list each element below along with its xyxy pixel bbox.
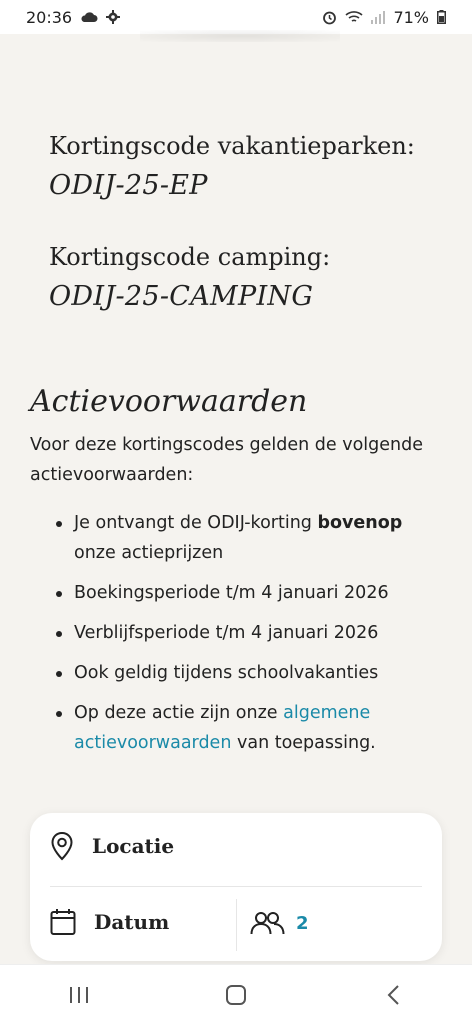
code-value: ODIJ-25-CAMPING xyxy=(49,281,314,312)
system-nav-bar xyxy=(0,964,472,1025)
alarm-icon xyxy=(323,11,337,24)
section-title: Actievoorwaarden xyxy=(30,384,308,419)
location-label: Locatie xyxy=(92,834,175,858)
card-vertical-divider xyxy=(236,899,237,951)
battery-icon xyxy=(437,10,446,24)
code-block-vakantieparken: Kortingscode vakantieparken: ODIJ-25-EP xyxy=(49,132,449,201)
list-item: Op deze actie zijn onze algemene actievo… xyxy=(52,698,442,758)
signal-icon xyxy=(371,10,386,24)
recent-apps-button[interactable] xyxy=(49,975,109,1015)
list-item: Verblijfsperiode t/m 4 januari 2026 xyxy=(52,618,442,648)
cloud-icon xyxy=(81,12,98,22)
status-right: 71% xyxy=(322,8,446,27)
wifi-icon xyxy=(345,11,363,22)
status-bar: 20:36 71% xyxy=(0,0,472,34)
back-icon xyxy=(387,985,400,1005)
conditions-list: Je ontvangt de ODIJ-korting bovenop onze… xyxy=(52,508,442,768)
code-value: ODIJ-25-EP xyxy=(49,170,208,201)
back-button[interactable] xyxy=(363,975,423,1015)
card-divider xyxy=(50,886,422,887)
calendar-icon xyxy=(50,909,76,935)
bold-text: bovenop xyxy=(317,513,403,533)
guests-field[interactable]: 2 xyxy=(250,911,309,935)
code-label: Kortingscode camping: xyxy=(49,243,331,271)
home-button[interactable] xyxy=(206,975,266,1015)
date-label: Datum xyxy=(94,910,170,934)
code-label: Kortingscode vakantieparken: xyxy=(49,132,415,160)
status-left: 20:36 xyxy=(26,7,121,27)
list-item: Je ontvangt de ODIJ-korting bovenop onze… xyxy=(52,508,442,568)
location-field[interactable]: Locatie xyxy=(50,831,174,861)
search-card: Locatie Datum 2 xyxy=(30,813,442,961)
home-icon xyxy=(225,985,246,1005)
list-item: Boekingsperiode t/m 4 januari 2026 xyxy=(52,578,442,608)
date-field[interactable]: Datum xyxy=(50,908,169,936)
guests-icon xyxy=(250,912,285,935)
intro-text: Voor deze kortingscodes gelden de volgen… xyxy=(30,435,423,485)
status-time: 20:36 xyxy=(26,7,73,27)
code-block-camping: Kortingscode camping: ODIJ-25-CAMPING xyxy=(49,243,449,312)
location-pin-icon xyxy=(51,831,73,861)
list-item: Ook geldig tijdens schoolvakanties xyxy=(52,658,442,688)
guest-count: 2 xyxy=(296,912,309,934)
gear-icon xyxy=(106,10,121,24)
recent-apps-icon xyxy=(69,987,88,1003)
battery-percent: 71% xyxy=(393,7,429,27)
